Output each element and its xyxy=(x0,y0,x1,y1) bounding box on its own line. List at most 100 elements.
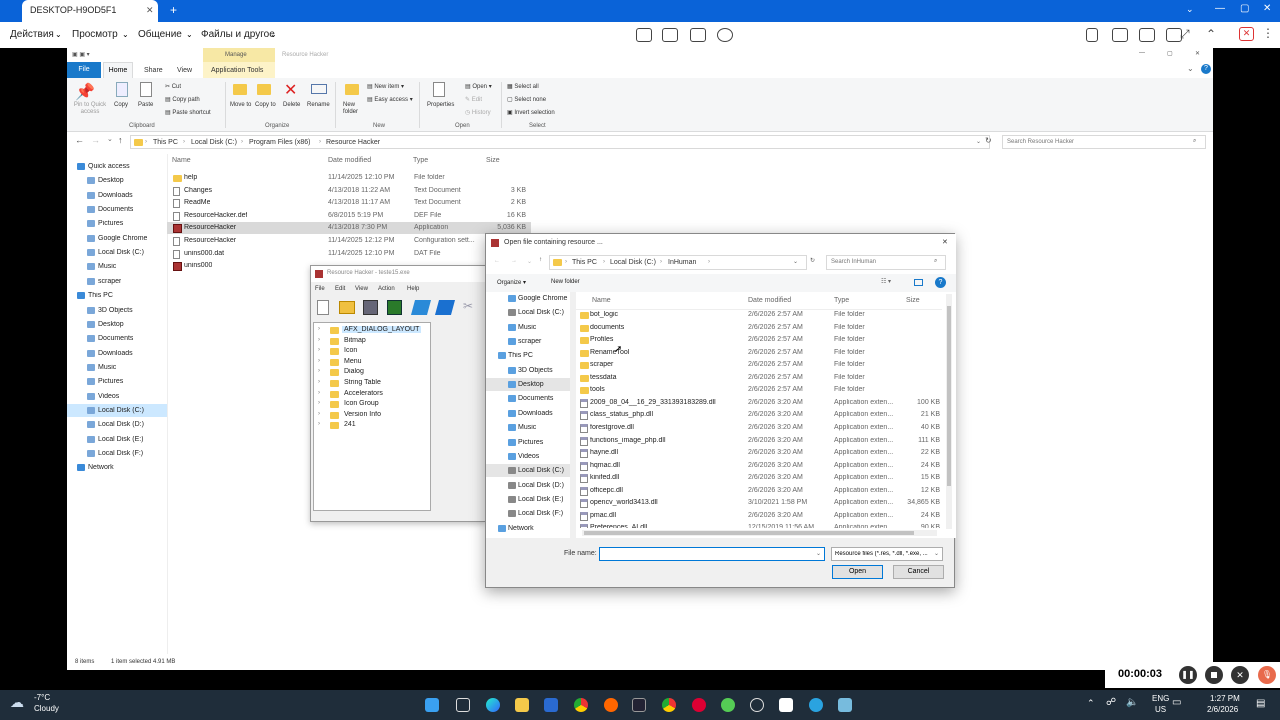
forward-icon[interactable]: → xyxy=(511,258,517,264)
file-row[interactable]: help 11/14/2025 12:10 PM File folder xyxy=(167,172,531,184)
file-row[interactable]: forestgrove.dll 2/6/2026 3:20 AM Applicati… xyxy=(576,423,942,435)
sidebar-item[interactable]: Quick access xyxy=(67,160,167,173)
new-folder-button[interactable]: New folder xyxy=(343,102,365,116)
rh-menu-file[interactable]: File xyxy=(315,286,325,292)
tree-node[interactable]: › Dialog xyxy=(314,367,430,377)
terminal-icon[interactable] xyxy=(632,698,646,712)
disconnect-icon[interactable]: ✕ xyxy=(1239,27,1254,41)
open-folder-icon[interactable] xyxy=(339,301,355,314)
file-row[interactable]: officepc.dll 2/6/2026 3:20 AM Application … xyxy=(576,486,942,498)
telegram-icon[interactable] xyxy=(809,698,823,712)
rh-menu-help[interactable]: Help xyxy=(407,286,419,292)
invert-selection-button[interactable]: ▣ Invert selection xyxy=(507,109,555,116)
paste-icon[interactable] xyxy=(140,82,152,97)
network-icon[interactable]: ☍ xyxy=(1106,697,1116,708)
file-transfer-icon[interactable] xyxy=(636,28,652,42)
keyboard-icon[interactable] xyxy=(662,28,678,42)
sidebar-item[interactable]: Music xyxy=(67,260,167,273)
expand-icon[interactable]: › xyxy=(318,368,320,374)
open-button[interactable]: Open xyxy=(832,565,883,579)
chevron-down-icon[interactable]: ⌄ xyxy=(816,550,821,557)
column-size[interactable]: Size xyxy=(906,297,920,304)
chrome-canary-icon[interactable] xyxy=(721,698,735,712)
select-none-button[interactable]: ▢ Select none xyxy=(507,96,546,103)
start-icon[interactable] xyxy=(425,698,439,712)
opera-icon[interactable] xyxy=(692,698,706,712)
file-row[interactable]: kinifed.dll 2/6/2026 3:20 AM Application e… xyxy=(576,473,942,485)
tab-home[interactable]: Home xyxy=(103,62,133,78)
breadcrumb-local-disk[interactable]: Local Disk (C:) xyxy=(610,259,656,266)
screenshot-icon[interactable] xyxy=(690,28,706,42)
history-button[interactable]: ◷ History xyxy=(465,109,491,116)
language-indicator[interactable]: ENG xyxy=(1152,694,1169,703)
file-row[interactable]: documents 2/6/2026 2:57 AM File folder xyxy=(576,323,942,335)
back-icon[interactable]: ← xyxy=(494,258,500,264)
expand-icon[interactable]: › xyxy=(318,421,320,427)
expand-icon[interactable]: › xyxy=(318,390,320,396)
tree-node[interactable]: › Icon xyxy=(314,346,430,356)
preview-pane-icon[interactable] xyxy=(914,279,923,286)
file-row[interactable]: functions_image_php.dll 2/6/2026 3:20 AM A… xyxy=(576,436,942,448)
move-to-icon[interactable] xyxy=(233,84,247,95)
column-type[interactable]: Type xyxy=(413,157,428,164)
outlook-icon[interactable] xyxy=(544,698,558,712)
paste-shortcut-button[interactable]: ▤ Paste shortcut xyxy=(165,109,211,116)
tree-node[interactable]: › String Table xyxy=(314,378,430,388)
open-button[interactable]: ▤ Open ▾ xyxy=(465,83,492,90)
battery-icon[interactable]: ▭ xyxy=(1172,697,1181,708)
minimize-icon[interactable]: — xyxy=(1139,50,1145,56)
file-row[interactable]: class_status_php.dll 2/6/2026 3:20 AM Appl… xyxy=(576,410,942,422)
rename-button[interactable]: Rename xyxy=(307,102,330,108)
nav-item[interactable]: Music xyxy=(486,421,570,434)
dialog-search-box[interactable]: Search InHuman ⌕ xyxy=(826,255,946,270)
nav-item[interactable]: Documents xyxy=(486,392,570,405)
pause-icon[interactable]: ❚❚ xyxy=(1179,666,1197,684)
file-type-select[interactable]: Resource files (*.res, *.dll, *.exe, ...… xyxy=(831,547,943,561)
nav-item[interactable]: Local Disk (D:) xyxy=(486,479,570,492)
file-row[interactable]: opencv_world3413.dll 3/10/2021 1:58 PM App… xyxy=(576,498,942,510)
file-row[interactable]: pmac.dll 2/6/2026 3:20 AM Application exte… xyxy=(576,511,942,523)
sidebar-item[interactable]: Documents xyxy=(67,332,167,345)
close-icon[interactable]: ✕ xyxy=(1263,3,1271,14)
compile-icon[interactable] xyxy=(410,300,432,315)
forward-icon[interactable]: → xyxy=(91,135,100,145)
nav-item[interactable]: Google Chrome xyxy=(486,292,570,305)
breadcrumb-this-pc[interactable]: This PC xyxy=(572,259,597,266)
rh-menu-action[interactable]: Action xyxy=(378,286,395,292)
up-icon[interactable]: ↑ xyxy=(118,135,123,145)
pin-icon[interactable]: 📌 xyxy=(75,82,95,101)
nav-item[interactable]: 3D Objects xyxy=(486,364,570,377)
horizontal-scrollbar[interactable] xyxy=(582,530,937,536)
copy-button[interactable]: Copy xyxy=(114,102,128,108)
nav-item[interactable]: Local Disk (F:) xyxy=(486,507,570,520)
region-indicator[interactable]: US xyxy=(1155,705,1166,714)
show-hidden-icons-icon[interactable]: ⌃ xyxy=(1087,698,1095,709)
speaker-icon[interactable]: 🔈 xyxy=(1126,697,1138,708)
file-row[interactable]: ResourceHacker 4/13/2018 7:30 PM Applicati… xyxy=(167,222,531,235)
sidebar-item[interactable]: Local Disk (C:) xyxy=(67,403,167,417)
maximize-icon[interactable]: ▢ xyxy=(1240,3,1249,14)
sidebar-item[interactable]: This PC xyxy=(67,289,167,302)
sidebar-item[interactable]: Google Chrome xyxy=(67,232,167,245)
sidebar-item[interactable]: Videos xyxy=(67,390,167,403)
collapse-icon[interactable]: ⌃ xyxy=(1206,27,1216,41)
vertical-scrollbar[interactable] xyxy=(946,294,952,529)
file-row[interactable]: ResourceHacker 11/14/2025 12:12 PM Configu… xyxy=(167,235,531,247)
file-row[interactable]: tessdata 2/6/2026 2:57 AM File folder xyxy=(576,373,942,385)
breadcrumb-program-files[interactable]: Program Files (x86) xyxy=(249,139,310,146)
fullscreen-icon[interactable]: ⤢ xyxy=(1180,27,1190,42)
sidebar-item[interactable]: Desktop xyxy=(67,318,167,331)
copy-to-icon[interactable] xyxy=(257,84,271,95)
scrollbar-thumb[interactable] xyxy=(947,306,951,486)
file-row[interactable]: tools 2/6/2026 2:57 AM File folder xyxy=(576,385,942,397)
nav-item[interactable]: Downloads xyxy=(486,407,570,420)
search-icon[interactable]: ⌕ xyxy=(934,258,937,265)
file-row[interactable]: ReadMe 4/13/2018 11:17 AM Text Document 2 K… xyxy=(167,197,531,209)
nav-item[interactable]: Pictures xyxy=(486,436,570,449)
remote-desktop-icon[interactable] xyxy=(779,698,793,712)
column-date-modified[interactable]: Date modified xyxy=(748,297,791,304)
remote-tab[interactable]: DESKTOP-H9OD5F1 xyxy=(22,0,158,22)
expand-icon[interactable]: › xyxy=(318,326,320,332)
add-tab-icon[interactable]: + xyxy=(170,3,177,17)
notifications-icon[interactable]: ▤ xyxy=(1256,698,1265,709)
